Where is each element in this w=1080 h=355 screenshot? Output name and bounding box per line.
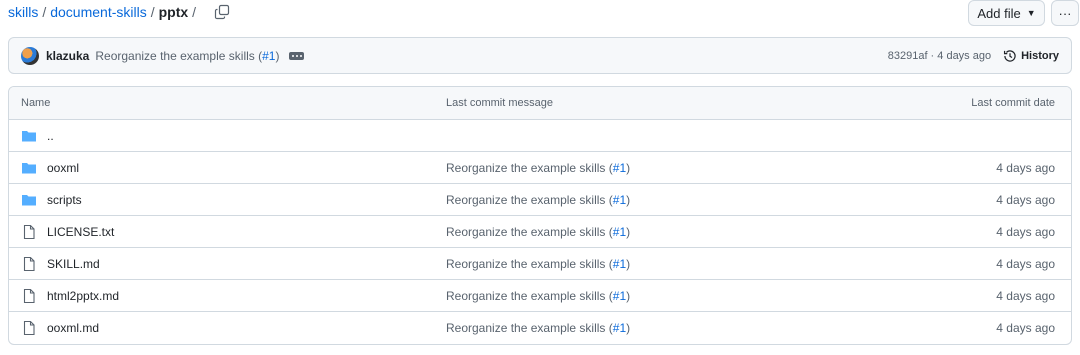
commit-date: 4 days ago [996,192,1055,207]
commit-message[interactable]: Reorganize the example skills (#1) [446,321,630,335]
commit-message-text: Reorganize the example skills [446,288,606,303]
commit-pr-link[interactable]: #1 [613,193,626,207]
parent-directory-row[interactable]: .. [9,120,1071,152]
breadcrumb: skills / document-skills / pptx / [8,2,230,22]
commit-message-text: Reorganize the example skills [446,321,606,335]
file-name-link[interactable]: ooxml [47,161,79,175]
file-table: Name Last commit message Last commit dat… [8,86,1072,345]
top-bar: skills / document-skills / pptx / Add fi… [8,0,1079,26]
file-name-link[interactable]: SKILL.md [47,257,100,271]
add-file-button[interactable]: Add file ▼ [968,0,1045,26]
table-header: Name Last commit message Last commit dat… [9,87,1071,120]
commit-pr-link[interactable]: #1 [262,49,275,63]
commit-pr-link[interactable]: #1 [613,225,626,239]
header-date: Last commit date [971,97,1055,109]
file-name-link[interactable]: ooxml.md [47,321,99,335]
commit-message[interactable]: Reorganize the example skills (#1) [446,289,630,303]
header-message: Last commit message [446,97,553,109]
commit-message-text: Reorganize the example skills [446,160,606,175]
file-name-link[interactable]: html2pptx.md [47,289,119,303]
commit-date: 4 days ago [996,288,1055,303]
file-icon [21,224,37,240]
caret-down-icon: ▼ [1026,8,1036,18]
commit-pr-link[interactable]: #1 [613,257,626,271]
commit-message[interactable]: Reorganize the example skills (#1) [446,225,630,239]
file-name-link[interactable]: scripts [47,193,82,207]
avatar[interactable] [21,46,39,65]
commit-pr-link[interactable]: #1 [613,161,626,175]
more-options-button[interactable]: ··· [1051,0,1079,26]
table-row: ooxml.md Reorganize the example skills (… [9,312,1071,344]
file-name-link[interactable]: LICENSE.txt [47,225,114,239]
file-icon [21,288,37,304]
folder-icon [21,128,37,144]
kebab-icon: ··· [1058,5,1072,21]
commit-sha-age[interactable]: 83291af · 4 days ago [888,50,991,62]
folder-icon [21,192,37,208]
table-row: scripts Reorganize the example skills (#… [9,184,1071,216]
commit-pr-link[interactable]: #1 [613,321,626,335]
commit-message-text: Reorganize the example skills [95,48,255,63]
history-icon [1004,49,1016,62]
commit-pr-link[interactable]: #1 [613,289,626,303]
commit-message-text: Reorganize the example skills [446,224,606,239]
file-icon [21,320,37,336]
folder-icon [21,160,37,176]
commit-date: 4 days ago [996,160,1055,175]
parent-directory-link[interactable]: .. [47,129,54,143]
expand-commit-icon[interactable] [289,51,305,60]
table-row: SKILL.md Reorganize the example skills (… [9,248,1071,280]
commit-message[interactable]: Reorganize the example skills (#1) [446,161,630,175]
header-name: Name [21,97,51,109]
commit-meta: 83291af · 4 days ago History [888,49,1059,63]
latest-commit-box: klazuka Reorganize the example skills (#… [8,37,1072,74]
commit-message-text: Reorganize the example skills [446,192,606,207]
history-label: History [1021,49,1059,62]
commit-message-text: Reorganize the example skills [446,256,606,271]
copy-path-icon[interactable] [214,4,230,20]
history-button[interactable]: History [1003,49,1059,63]
add-file-label: Add file [977,5,1021,21]
table-row: html2pptx.md Reorganize the example skil… [9,280,1071,312]
commit-message[interactable]: Reorganize the example skills (#1) [446,257,630,271]
table-row: ooxml Reorganize the example skills (#1)… [9,152,1071,184]
commit-date: 4 days ago [996,256,1055,271]
commit-message[interactable]: Reorganize the example skills (#1) [95,49,279,63]
breadcrumb-current: pptx [158,4,189,20]
breadcrumb-folder-link[interactable]: document-skills [50,2,146,22]
table-row: LICENSE.txt Reorganize the example skill… [9,216,1071,248]
commit-author[interactable]: klazuka [46,49,89,63]
breadcrumb-repo-link[interactable]: skills [8,2,38,22]
commit-date: 4 days ago [996,321,1055,335]
commit-message[interactable]: Reorganize the example skills (#1) [446,193,630,207]
breadcrumb-separator: / [150,4,155,20]
file-icon [21,256,37,272]
breadcrumb-separator: / [192,4,197,20]
breadcrumb-separator: / [42,4,47,20]
commit-date: 4 days ago [996,224,1055,239]
